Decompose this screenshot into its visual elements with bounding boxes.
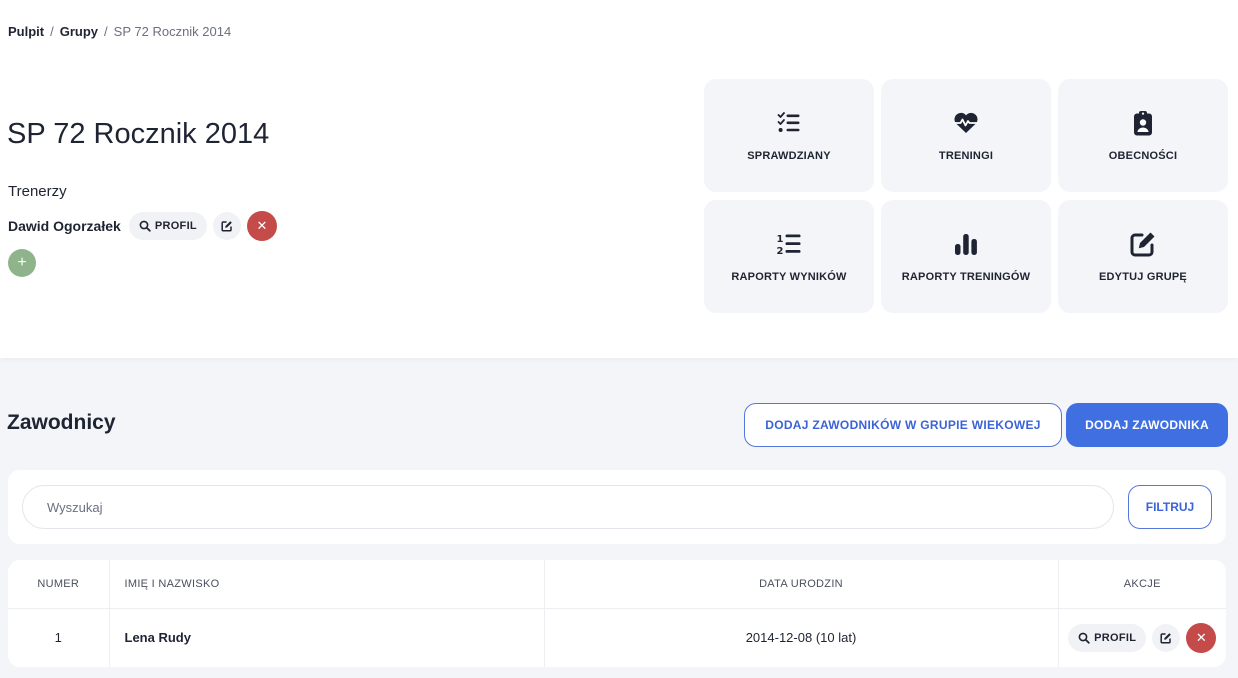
search-card: FILTRUJ — [8, 470, 1226, 544]
edit-icon — [1130, 231, 1156, 257]
group-actions-grid: SPRAWDZIANY TRENINGI OBECNOŚCI 12 RAPORT… — [704, 79, 1228, 313]
edit-icon — [1160, 632, 1172, 644]
player-edit-button[interactable] — [1152, 623, 1181, 652]
tile-label: EDYTUJ GRUPĘ — [1099, 270, 1187, 283]
tile-obecnosci[interactable]: OBECNOŚCI — [1058, 79, 1228, 192]
add-player-button[interactable]: DODAJ ZAWODNIKA — [1066, 403, 1228, 447]
trainer-row: Dawid Ogorzałek PROFIL ✕ — [8, 211, 277, 241]
column-header-name[interactable]: IMIĘ I NAZWISKO — [108, 560, 544, 609]
trainers-heading: Trenerzy — [8, 183, 67, 200]
heart-pulse-icon — [953, 110, 979, 136]
player-remove-button[interactable]: ✕ — [1186, 622, 1217, 653]
breadcrumb-current: SP 72 Rocznik 2014 — [113, 24, 232, 39]
add-trainer-button[interactable]: + — [8, 249, 36, 277]
player-birthdate: 2014-12-08 (10 lat) — [543, 608, 1058, 667]
tile-raporty-treningow[interactable]: RAPORTY TRENINGÓW — [881, 200, 1051, 313]
edit-icon — [221, 221, 232, 232]
plus-icon: + — [17, 254, 27, 271]
page-title: SP 72 Rocznik 2014 — [7, 118, 270, 150]
profile-label: PROFIL — [1094, 631, 1137, 644]
player-actions: PROFIL ✕ — [1057, 608, 1226, 667]
close-icon: ✕ — [256, 218, 268, 233]
tile-label: RAPORTY TRENINGÓW — [901, 270, 1031, 283]
tile-label: OBECNOŚCI — [1108, 149, 1178, 162]
breadcrumb-link-grupy[interactable]: Grupy — [60, 24, 98, 39]
trainer-profile-button[interactable]: PROFIL — [128, 212, 207, 240]
numbered-list-icon: 12 — [776, 231, 802, 257]
player-profile-button[interactable]: PROFIL — [1068, 623, 1147, 652]
close-icon: ✕ — [1195, 629, 1207, 645]
players-section-title: Zawodnicy — [7, 411, 116, 434]
player-number: 1 — [54, 630, 62, 646]
svg-text:1: 1 — [777, 234, 784, 245]
svg-text:2: 2 — [777, 246, 784, 256]
tile-label: RAPORTY WYNIKÓW — [731, 270, 847, 283]
player-name: Lena Rudy — [108, 608, 544, 667]
search-input[interactable] — [22, 485, 1114, 529]
breadcrumb-separator: / — [104, 24, 108, 39]
column-header-number[interactable]: NUMER — [8, 560, 109, 609]
add-age-group-players-button[interactable]: DODAJ ZAWODNIKÓW W GRUPIE WIEKOWEJ — [744, 403, 1062, 447]
tile-edytuj-grupe[interactable]: EDYTUJ GRUPĘ — [1058, 200, 1228, 313]
filter-button[interactable]: FILTRUJ — [1128, 485, 1212, 529]
tile-label: SPRAWDZIANY — [747, 149, 831, 162]
trainer-remove-button[interactable]: ✕ — [246, 211, 277, 241]
tile-raporty-wynikow[interactable]: 12 RAPORTY WYNIKÓW — [704, 200, 874, 313]
breadcrumb: Pulpit / Grupy / SP 72 Rocznik 2014 — [8, 24, 231, 39]
tile-treningi[interactable]: TRENINGI — [881, 79, 1051, 192]
bar-chart-icon — [954, 231, 978, 257]
trainer-name: Dawid Ogorzałek — [8, 218, 121, 234]
search-icon — [139, 220, 151, 232]
breadcrumb-link-pulpit[interactable]: Pulpit — [8, 24, 44, 39]
tile-label: TRENINGI — [938, 149, 994, 162]
column-header-birthdate[interactable]: DATA URODZIN — [543, 560, 1058, 609]
table-header-row: NUMER IMIĘ I NAZWISKO DATA URODZIN AKCJE — [8, 560, 1226, 609]
players-table-card: NUMER IMIĘ I NAZWISKO DATA URODZIN AKCJE… — [8, 560, 1226, 667]
group-header-panel: Pulpit / Grupy / SP 72 Rocznik 2014 SP 72 Ro… — [0, 0, 1238, 358]
trainer-edit-button[interactable] — [212, 212, 241, 240]
clipboard-user-icon — [1133, 110, 1153, 136]
checklist-icon — [777, 110, 801, 136]
table-row: 1 Lena Rudy 2014-12-08 (10 lat) PROFIL ✕ — [8, 608, 1226, 667]
breadcrumb-separator: / — [50, 24, 54, 39]
tile-sprawdziany[interactable]: SPRAWDZIANY — [704, 79, 874, 192]
column-header-actions: AKCJE — [1057, 560, 1226, 609]
search-icon — [1078, 632, 1090, 644]
players-table: NUMER IMIĘ I NAZWISKO DATA URODZIN AKCJE… — [8, 560, 1226, 667]
profile-label: PROFIL — [154, 220, 197, 232]
